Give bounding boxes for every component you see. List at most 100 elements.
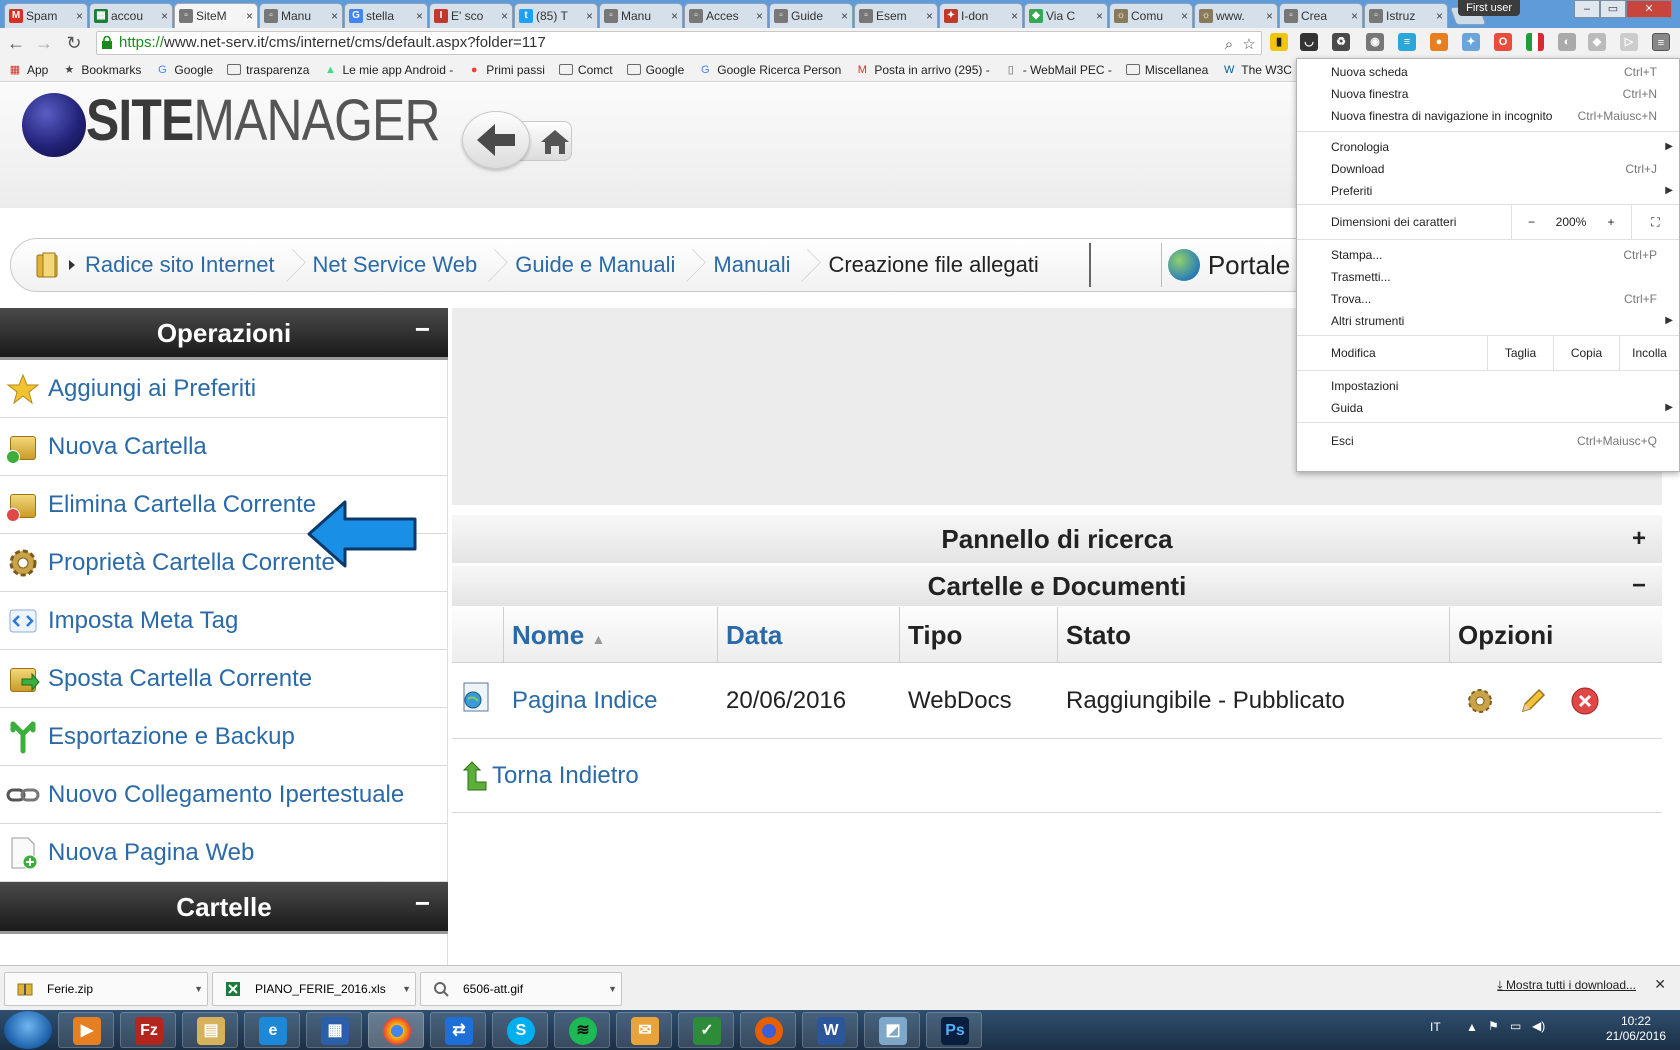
fullscreen-icon[interactable]: ⛶	[1631, 205, 1679, 239]
portal-link[interactable]: Portale C	[1167, 249, 1316, 281]
eye-icon[interactable]: ◉	[1366, 33, 1384, 51]
bookmark-item[interactable]: G Google	[155, 63, 213, 77]
clock[interactable]: 10:22 21/06/2016	[1606, 1014, 1666, 1044]
bookmark-item[interactable]: ▯ - WebMail PEC -	[1004, 63, 1112, 77]
menu-item-help[interactable]: Guida ▶	[1297, 397, 1679, 419]
browser-tab[interactable]: ☼ Comu ×	[1109, 3, 1193, 28]
pocket-icon[interactable]: ◡	[1300, 33, 1318, 51]
tab-close-icon[interactable]: ×	[926, 9, 933, 23]
maximize-button[interactable]: ▭	[1600, 0, 1626, 18]
bookmark-item[interactable]: trasparenza	[227, 63, 309, 77]
bookmark-star-icon[interactable]: ☆	[1239, 34, 1259, 54]
breadcrumb-item-guide[interactable]: Guide e Manuali	[515, 238, 693, 292]
taskbar-filezilla[interactable]: Fz	[120, 1012, 176, 1048]
menu-item-new-tab[interactable]: Nuova scheda Ctrl+T	[1297, 61, 1679, 83]
tab-close-icon[interactable]: ×	[1011, 9, 1018, 23]
menu-item-incognito[interactable]: Nuova finestra di navigazione in incogni…	[1297, 105, 1679, 127]
bookmark-item[interactable]: Google	[626, 63, 684, 77]
operation-nuova-pagina-web[interactable]: Nuova Pagina Web	[0, 824, 447, 882]
tray-expand-icon[interactable]: ▲	[1466, 1020, 1478, 1034]
browser-tab[interactable]: ▫ Manu ×	[259, 3, 343, 28]
minimize-button[interactable]: –	[1574, 0, 1600, 18]
taskbar-app[interactable]: ◩	[864, 1012, 920, 1048]
taskbar-firefox[interactable]	[740, 1012, 796, 1048]
network-icon[interactable]: ▭	[1510, 1019, 1521, 1033]
tab-close-icon[interactable]: ×	[671, 9, 678, 23]
delete-icon[interactable]	[1569, 685, 1601, 717]
browser-tab[interactable]: ▫ SiteM ×	[174, 3, 258, 28]
properties-gear-icon[interactable]	[1464, 685, 1496, 717]
menu-item-history[interactable]: Cronologia ▶	[1297, 136, 1679, 158]
start-button[interactable]	[4, 1011, 52, 1049]
breadcrumb-item-manuali[interactable]: Manuali	[713, 238, 808, 292]
tab-close-icon[interactable]: ×	[1351, 9, 1358, 23]
download-menu-icon[interactable]: ▼	[608, 973, 617, 1005]
download-menu-icon[interactable]: ▼	[402, 973, 411, 1005]
operations-collapse-button[interactable]: −	[415, 304, 430, 354]
forward-arrow-icon[interactable]: →	[32, 31, 56, 55]
zoom-out-button[interactable]: −	[1511, 205, 1551, 239]
browser-tab[interactable]: ✦ I-don ×	[939, 3, 1023, 28]
menu-item-downloads[interactable]: Download Ctrl+J	[1297, 158, 1679, 180]
bookmark-item[interactable]: W The W3C M	[1222, 63, 1305, 77]
taskbar-photoshop[interactable]: Ps	[926, 1012, 982, 1048]
close-window-button[interactable]: ✕	[1626, 0, 1672, 18]
taskbar-explorer[interactable]: ▤	[182, 1012, 238, 1048]
office-icon[interactable]: O	[1494, 33, 1512, 51]
bookmark-item[interactable]: ● Primi passi	[467, 63, 545, 77]
download-item[interactable]: 6506-att.gif ▼	[420, 972, 622, 1006]
bookmark-item[interactable]: ▦ App	[8, 63, 49, 77]
download-menu-icon[interactable]: ▼	[194, 973, 203, 1005]
italy-flag-icon[interactable]	[1526, 33, 1544, 51]
operation-esportazione-e-backup[interactable]: Esportazione e Backup	[0, 708, 447, 766]
back-arrow-icon[interactable]: ←	[4, 31, 28, 55]
search-panel-expand-button[interactable]: +	[1632, 515, 1646, 563]
taskbar-skype[interactable]: S	[492, 1012, 548, 1048]
column-header-nome[interactable]: Nome ▲	[504, 607, 718, 662]
browser-tab[interactable]: ▫ Esem ×	[854, 3, 938, 28]
breadcrumb-item-root[interactable]: Radice sito Internet	[85, 238, 293, 292]
browser-tab[interactable]: ▫ Istruz ×	[1364, 3, 1448, 28]
docs-panel-collapse-button[interactable]: −	[1632, 566, 1646, 606]
browser-tab[interactable]: t (85) T ×	[514, 3, 598, 28]
taskbar-word[interactable]: W	[802, 1012, 858, 1048]
bookmark-item[interactable]: G Google Ricerca Person	[698, 63, 841, 77]
tab-close-icon[interactable]: ×	[246, 9, 253, 23]
extension-icon[interactable]: ●	[1430, 33, 1448, 51]
tab-close-icon[interactable]: ×	[1266, 9, 1273, 23]
tab-close-icon[interactable]: ×	[1181, 9, 1188, 23]
menu-item-more-tools[interactable]: Altri strumenti ▶	[1297, 310, 1679, 332]
menu-item-find[interactable]: Trova... Ctrl+F	[1297, 288, 1679, 310]
recycle-icon[interactable]: ♻	[1332, 33, 1350, 51]
menu-item-new-window[interactable]: Nuova finestra Ctrl+N	[1297, 83, 1679, 105]
tab-close-icon[interactable]: ×	[76, 9, 83, 23]
bookmark-item[interactable]: Miscellanea	[1125, 63, 1208, 77]
paste-button[interactable]: Incolla	[1619, 336, 1679, 370]
volume-icon[interactable]: ◀)	[1532, 1019, 1545, 1033]
dropbox-icon[interactable]: ◆	[1588, 33, 1606, 51]
close-icon[interactable]: ✕	[1654, 976, 1666, 993]
zoom-icon[interactable]: ⌕	[1219, 34, 1239, 54]
browser-tab[interactable]: ◆ Via C ×	[1024, 3, 1108, 28]
tab-close-icon[interactable]: ×	[1096, 9, 1103, 23]
folders-collapse-button[interactable]: −	[415, 878, 430, 928]
tab-close-icon[interactable]: ×	[586, 9, 593, 23]
operation-imposta-meta-tag[interactable]: Imposta Meta Tag	[0, 592, 447, 650]
browser-tab[interactable]: ☼ www. ×	[1194, 3, 1278, 28]
language-indicator[interactable]: IT	[1430, 1020, 1441, 1034]
column-header-data[interactable]: Data	[718, 607, 900, 662]
copy-button[interactable]: Copia	[1553, 336, 1619, 370]
browser-tab[interactable]: ▫ Guide ×	[769, 3, 853, 28]
menu-item-exit[interactable]: Esci Ctrl+Maiusc+Q	[1297, 430, 1679, 452]
tab-close-icon[interactable]: ×	[756, 9, 763, 23]
edit-pencil-icon[interactable]	[1517, 685, 1549, 717]
taskbar-spotify[interactable]: ≋	[554, 1012, 610, 1048]
breadcrumb-item-net-service[interactable]: Net Service Web	[313, 238, 496, 292]
tab-close-icon[interactable]: ×	[416, 9, 423, 23]
tab-close-icon[interactable]: ×	[331, 9, 338, 23]
menu-item-cast[interactable]: Trasmetti...	[1297, 266, 1679, 288]
taskbar-media-player[interactable]: ▶	[58, 1012, 114, 1048]
menu-item-favorites[interactable]: Preferiti ▶	[1297, 180, 1679, 202]
address-bar[interactable]: https://www.net-serv.it/cms/internet/cms…	[96, 31, 1262, 55]
bookmark-item[interactable]: M Posta in arrivo (295) -	[855, 63, 990, 77]
